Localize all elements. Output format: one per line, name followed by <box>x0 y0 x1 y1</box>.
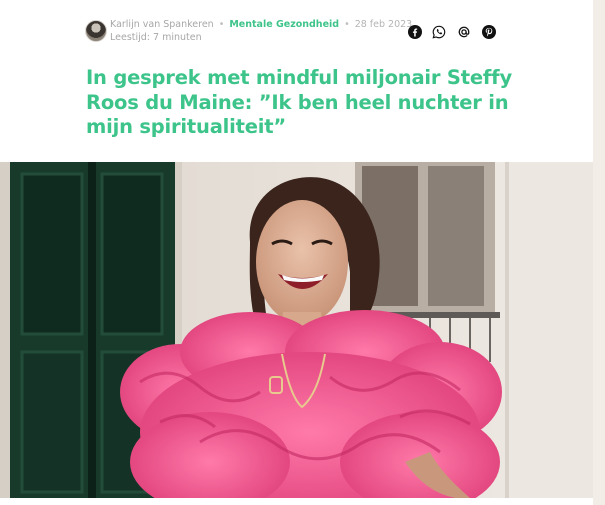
pinterest-icon[interactable] <box>482 25 496 39</box>
reading-time: Leestijd: 7 minuten <box>110 32 202 43</box>
meta-line-1: Karlijn van Spankeren • Mentale Gezondheid… <box>110 19 412 31</box>
publish-date: 28 feb 2023 <box>354 19 413 30</box>
hero-image <box>0 162 593 498</box>
hero-photo <box>0 162 593 498</box>
author-name[interactable]: Karlijn van Spankeren <box>110 19 214 30</box>
email-at-icon[interactable] <box>457 25 471 39</box>
separator-dot: • <box>344 19 350 30</box>
category-link[interactable]: Mentale Gezondheid <box>229 19 339 30</box>
article-page: Karlijn van Spankeren • Mentale Gezondheid… <box>0 0 593 505</box>
separator-dot: • <box>218 19 225 30</box>
article-title: In gesprek met mindful miljonair Steffy … <box>86 66 512 138</box>
author-avatar[interactable] <box>85 20 107 42</box>
facebook-icon[interactable] <box>408 25 422 39</box>
page-gutter <box>593 0 605 505</box>
whatsapp-icon[interactable] <box>432 25 446 39</box>
